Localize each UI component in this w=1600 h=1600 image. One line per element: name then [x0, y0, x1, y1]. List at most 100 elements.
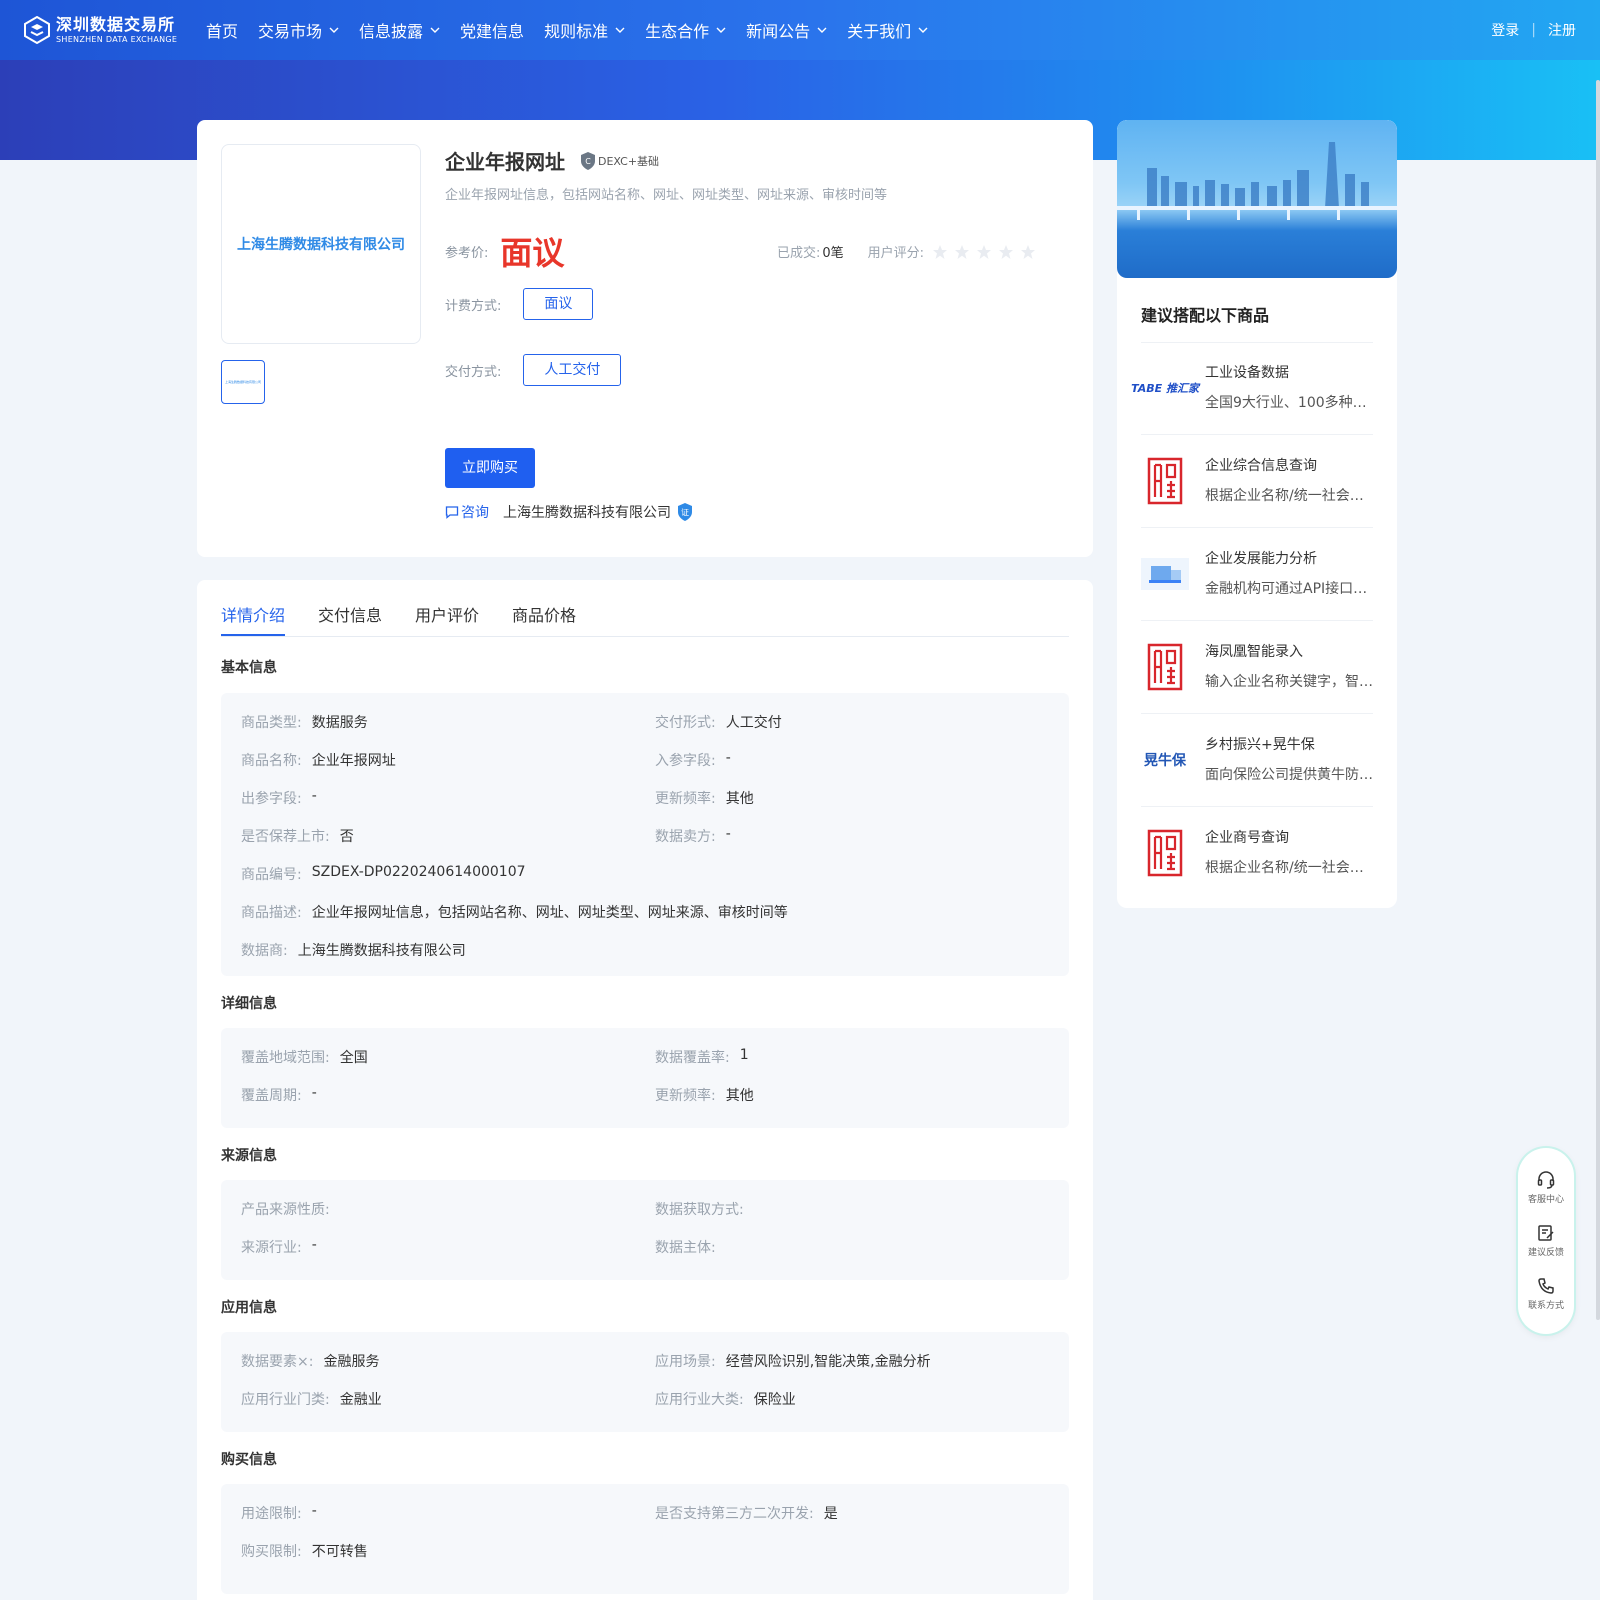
nav-item-2[interactable]: 信息披露: [359, 18, 440, 42]
phone-icon: [1538, 1278, 1554, 1294]
product-logo-text: 上海生腾数据科技有限公司: [237, 237, 405, 253]
star-icon[interactable]: [998, 244, 1014, 260]
suggested-product-title: 海凤凰智能录入: [1205, 644, 1303, 660]
star-icon[interactable]: [976, 244, 992, 260]
customer-service-button[interactable]: 客服中心: [1528, 1170, 1564, 1205]
recommendation-panel: 建议搭配以下商品 TABE 推汇家工业设备数据全国9大行业、100多种机械设备数…: [1117, 120, 1397, 908]
auth-separator: |: [1531, 22, 1536, 38]
chevron-down-icon: [716, 27, 726, 33]
contact-button[interactable]: 联系方式: [1528, 1276, 1564, 1311]
delivery-option[interactable]: 人工交付: [523, 354, 622, 386]
suggested-product[interactable]: 企业综合信息查询根据企业名称/统一社会信用代码查询: [1141, 435, 1373, 527]
site-logo[interactable]: 深圳数据交易所 SHENZHEN DATA EXCHANGE: [24, 14, 177, 46]
tab-2[interactable]: 用户评价: [415, 602, 479, 636]
star-icon[interactable]: [1020, 244, 1036, 260]
nav-item-6[interactable]: 新闻公告: [746, 18, 827, 42]
cert-text: 证: [681, 508, 689, 517]
chevron-down-icon: [817, 27, 827, 33]
seal-logo-icon: [1147, 643, 1183, 691]
info-value: -: [725, 826, 731, 842]
info-row: 商品编号: SZDEX-DP0220240614000107: [241, 864, 526, 884]
nav-item-0[interactable]: 首页: [206, 18, 238, 42]
info-value: -: [311, 788, 317, 804]
info-row: 覆盖周期: -: [241, 1085, 317, 1105]
info-key: 数据要素×:: [241, 1354, 314, 1370]
suggested-product[interactable]: 海凤凰智能录入输入企业名称关键字，智能录入信息: [1141, 621, 1373, 713]
product-card: 上海生腾数据科技有限公司 上海生腾数据科技有限公司 企业年报网址 C DEXC+…: [197, 120, 1093, 557]
chat-icon: [445, 506, 459, 519]
nav-item-label: 规则标准: [544, 22, 609, 41]
register-link[interactable]: 注册: [1548, 20, 1576, 40]
login-link[interactable]: 登录: [1491, 20, 1519, 40]
sold-label: 已成交:: [777, 246, 821, 261]
info-row: 应用行业大类: 保险业: [655, 1389, 796, 1409]
page-scrollbar[interactable]: [1596, 80, 1600, 1320]
info-row: 数据商: 上海生腾数据科技有限公司: [241, 940, 466, 960]
skyline-illustration: [1117, 142, 1397, 220]
seal-logo-icon: [1147, 457, 1183, 505]
buy-now-button[interactable]: 立即购买: [445, 448, 535, 488]
info-row: 出参字段: -: [241, 788, 317, 808]
price-label: 参考价:: [445, 245, 489, 261]
suggested-product[interactable]: 晃牛保 乡村振兴+晃牛保面向保险公司提供黄牛防疫数据: [1141, 714, 1373, 806]
info-row: 商品名称: 企业年报网址: [241, 750, 396, 770]
nav-item-3[interactable]: 党建信息: [460, 18, 524, 42]
analytics-illustration-icon: [1141, 558, 1189, 590]
nav-item-label: 党建信息: [460, 22, 525, 41]
info-key: 数据主体:: [655, 1240, 716, 1256]
product-thumbnail[interactable]: 上海生腾数据科技有限公司: [221, 360, 265, 404]
nav-item-7[interactable]: 关于我们: [847, 18, 928, 42]
nav-item-4[interactable]: 规则标准: [544, 18, 625, 42]
recommendation-title: 建议搭配以下商品: [1141, 306, 1270, 325]
info-box-source: 产品来源性质: 来源行业: - 数据获取方式: 数据主体:: [221, 1180, 1069, 1280]
star-icon[interactable]: [932, 244, 948, 260]
info-key: 数据卖方:: [655, 829, 716, 845]
top-navigation: 深圳数据交易所 SHENZHEN DATA EXCHANGE 首页 交易市场 信息披…: [0, 0, 1600, 60]
consult-link[interactable]: 咨询: [445, 502, 489, 522]
info-row: 数据覆盖率: 1: [655, 1047, 749, 1067]
star-icon[interactable]: [954, 244, 970, 260]
info-row: 入参字段: -: [655, 750, 731, 770]
info-box-application: 数据要素×: 金融服务 应用行业门类: 金融业 应用场景: 经营风险识别,智能决策,金融分…: [221, 1332, 1069, 1432]
tab-0[interactable]: 详情介绍: [221, 602, 286, 636]
info-row: 用途限制: -: [241, 1503, 317, 1523]
vendor-name[interactable]: 上海生腾数据科技有限公司: [503, 502, 671, 522]
info-key: 商品描述:: [241, 905, 302, 921]
product-description: 企业年报网址信息，包括网站名称、网址、网址类型、网址来源、审核时间等: [445, 188, 888, 203]
nav-item-1[interactable]: 交易市场: [258, 18, 339, 42]
suggested-product-title: 企业综合信息查询: [1205, 458, 1317, 474]
suggested-product[interactable]: 企业商号查询根据企业名称/统一社会信用代码查询: [1141, 807, 1373, 899]
chevron-down-icon: [430, 27, 440, 33]
info-key: 数据获取方式:: [655, 1202, 744, 1218]
info-key: 购买限制:: [241, 1544, 302, 1560]
suggested-product-desc: 根据企业名称/统一社会信用代码查询: [1205, 860, 1373, 876]
chevron-down-icon: [329, 27, 339, 33]
section-title-detail: 详细信息: [221, 996, 277, 1012]
suggested-product-logo: [1141, 643, 1189, 691]
suggested-product[interactable]: 企业发展能力分析金融机构可通过API接口调用分析: [1141, 528, 1373, 620]
chevron-down-icon: [918, 27, 928, 33]
product-logo[interactable]: 上海生腾数据科技有限公司: [221, 144, 421, 344]
nav-item-5[interactable]: 生态合作: [645, 18, 726, 42]
info-key: 数据商:: [241, 943, 288, 959]
tab-3[interactable]: 商品价格: [512, 602, 576, 636]
tab-1[interactable]: 交付信息: [318, 602, 382, 636]
info-key: 出参字段:: [241, 791, 302, 807]
billing-option[interactable]: 面议: [523, 288, 594, 320]
nav-item-label: 关于我们: [847, 22, 912, 41]
feedback-button[interactable]: 建议反馈: [1528, 1223, 1564, 1258]
sold-value: 0笔: [822, 246, 844, 261]
info-value: 是: [823, 1506, 838, 1522]
info-row: 数据要素×: 金融服务: [241, 1351, 379, 1371]
rating-stars[interactable]: [932, 244, 1042, 260]
auth-links: 登录 | 注册: [1491, 0, 1576, 60]
suggested-product[interactable]: TABE 推汇家工业设备数据全国9大行业、100多种机械设备数据: [1131, 342, 1373, 434]
city-banner-image: [1117, 120, 1397, 278]
info-value: 保险业: [753, 1392, 796, 1408]
info-value: SZDEX-DP0220240614000107: [311, 864, 526, 880]
main-nav: 首页 交易市场 信息披露 党建信息 规则标准 生态合作 新闻公告 关于我们: [206, 0, 948, 60]
feedback-label: 建议反馈: [1527, 1248, 1564, 1258]
customer-service-label: 客服中心: [1527, 1195, 1564, 1205]
info-value: 人工交付: [725, 715, 782, 731]
section-title-basic: 基本信息: [221, 660, 277, 676]
